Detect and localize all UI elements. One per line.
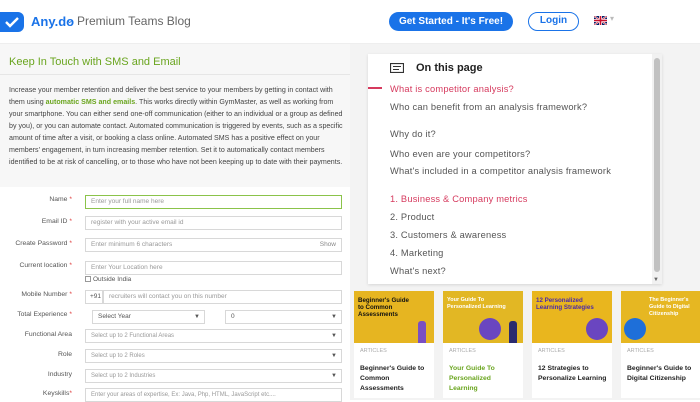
card-category: ARTICLES — [538, 348, 565, 354]
functional-area-select[interactable]: Select up to 2 Functional Areas ▼ — [85, 329, 342, 343]
card-title[interactable]: Beginner's Guide to Digital Citizenship — [627, 364, 699, 384]
thumbnail-title: 12 Personalized Learning Strategies — [536, 297, 594, 311]
card-title[interactable]: 12 Strategies to Personalize Learning — [538, 364, 610, 384]
chevron-down-icon: ▼ — [194, 314, 200, 320]
functional-area-label: Functional Area — [24, 331, 72, 338]
feature-paragraph: Increase your member retention and deliv… — [9, 84, 345, 168]
industry-label: Industry — [47, 371, 72, 378]
toc-item-who-benefit[interactable]: Who can benefit from an analysis framewo… — [390, 102, 650, 113]
password-placeholder: Enter minimum 6 characters — [91, 241, 173, 248]
email-field[interactable]: register with your active email id — [85, 216, 342, 230]
password-field[interactable]: Enter minimum 6 characters Show — [85, 238, 342, 252]
toc-item-what-is[interactable]: What is competitor analysis? — [390, 84, 650, 95]
name-field[interactable]: Enter your full name here — [85, 195, 342, 209]
toc-item-why[interactable]: Why do it? — [390, 129, 650, 140]
article-card[interactable]: Your Guide To Personalized Learning ARTI… — [443, 291, 523, 398]
scrollbar-thumb[interactable] — [654, 58, 660, 272]
paragraph-highlight: automatic SMS and emails — [45, 98, 136, 107]
card-category: ARTICLES — [360, 348, 387, 354]
chevron-down-icon: ▼ — [331, 353, 337, 359]
thumbnail-title: Beginner's Guide to Common Assessments — [358, 297, 409, 318]
anydo-logo-icon[interactable] — [0, 12, 24, 32]
role-label: Role — [58, 351, 72, 358]
thumbnail-title: The Beginner's Guide to Digital Citizens… — [649, 297, 690, 317]
language-chevron-icon[interactable]: ▾ — [610, 14, 614, 23]
article-thumbnail[interactable]: 12 Personalized Learning Strategies — [532, 291, 612, 343]
chevron-down-icon: ▼ — [331, 333, 337, 339]
card-title[interactable]: Your Guide To Personalized Learning — [449, 364, 521, 394]
illustration-circle-icon — [624, 318, 646, 340]
password-label: Create Password * — [15, 240, 72, 247]
section-title: Keep In Touch with SMS and Email — [9, 56, 181, 68]
toc-item-who-competitors[interactable]: Who even are your competitors? — [390, 149, 650, 160]
section-divider — [0, 74, 350, 75]
country-code-field[interactable]: +91 — [85, 290, 103, 304]
illustration-circle-icon — [586, 318, 608, 340]
article-thumbnail[interactable]: The Beginner's Guide to Digital Citizens… — [621, 291, 700, 343]
toc-item-product[interactable]: 2. Product — [390, 212, 650, 223]
scroll-down-icon[interactable]: ▼ — [653, 277, 659, 283]
mobile-label: Mobile Number * — [21, 291, 72, 298]
toc-item-business[interactable]: 1. Business & Company metrics — [390, 194, 650, 205]
role-select[interactable]: Select up to 2 Roles ▼ — [85, 349, 342, 363]
article-thumbnail[interactable]: Beginner's Guide to Common Assessments — [354, 291, 434, 343]
toc-heading: On this page — [416, 62, 483, 74]
active-marker — [368, 87, 382, 89]
login-button[interactable]: Login — [528, 12, 579, 31]
email-label: Email ID * — [41, 218, 72, 225]
experience-label: Total Experience * — [17, 311, 72, 318]
brand-chevron-icon[interactable]: ⌄ — [66, 15, 74, 26]
keyskills-label: Keyskills* — [42, 390, 72, 397]
toc-item-customers[interactable]: 3. Customers & awareness — [390, 230, 650, 241]
industry-select[interactable]: Select up to 2 Industries ▼ — [85, 369, 342, 383]
registration-form: Name * Enter your full name here Email I… — [0, 187, 350, 402]
article-card[interactable]: 12 Personalized Learning Strategies ARTI… — [532, 291, 612, 398]
name-label: Name * — [49, 196, 72, 203]
illustration-figure-icon — [418, 321, 426, 343]
card-title[interactable]: Beginner's Guide to Common Assessments — [360, 364, 432, 394]
chevron-down-icon: ▼ — [331, 373, 337, 379]
card-category: ARTICLES — [627, 348, 654, 354]
blog-title: Premium Teams Blog — [77, 14, 191, 28]
toc-item-whats-included[interactable]: What's included in a competitor analysis… — [390, 166, 650, 177]
experience-year-select[interactable]: Select Year ▼ — [92, 310, 205, 324]
experience-month-select[interactable]: 0 ▼ — [225, 310, 342, 324]
toc-item-whats-next[interactable]: What's next? — [390, 266, 650, 277]
outside-india-checkbox[interactable]: Outside India — [85, 276, 131, 283]
top-header: Any.do ⌄ Premium Teams Blog Get Started … — [0, 0, 700, 44]
thumbnail-title: Your Guide To Personalized Learning — [447, 297, 506, 310]
show-password-toggle[interactable]: Show — [320, 239, 336, 251]
uk-flag-icon[interactable] — [594, 16, 607, 25]
outside-india-label: Outside India — [93, 276, 132, 283]
card-category: ARTICLES — [449, 348, 476, 354]
location-label: Current location * — [19, 262, 72, 269]
left-pane: Keep In Touch with SMS and Email Increas… — [0, 44, 350, 402]
illustration-figure-icon — [509, 321, 517, 343]
mobile-field[interactable]: recruiters will contact you on this numb… — [103, 290, 342, 304]
location-field[interactable]: Enter Your Location here — [85, 261, 342, 275]
paragraph-text-post: . This works directly within GymMaster, … — [9, 98, 343, 167]
list-icon — [390, 63, 404, 73]
get-started-button[interactable]: Get Started - It's Free! — [389, 12, 513, 31]
checkbox-box[interactable] — [85, 276, 91, 283]
right-pane: On this page What is competitor analysis… — [350, 44, 700, 400]
chevron-down-icon: ▼ — [331, 314, 337, 320]
table-of-contents: On this page What is competitor analysis… — [368, 54, 662, 284]
article-card[interactable]: Beginner's Guide to Common Assessments A… — [354, 291, 434, 398]
article-thumbnail[interactable]: Your Guide To Personalized Learning — [443, 291, 523, 343]
illustration-circle-icon — [479, 318, 501, 340]
toc-scrollbar[interactable]: ▼ — [652, 54, 662, 284]
toc-item-marketing[interactable]: 4. Marketing — [390, 248, 650, 259]
article-card[interactable]: The Beginner's Guide to Digital Citizens… — [621, 291, 700, 398]
